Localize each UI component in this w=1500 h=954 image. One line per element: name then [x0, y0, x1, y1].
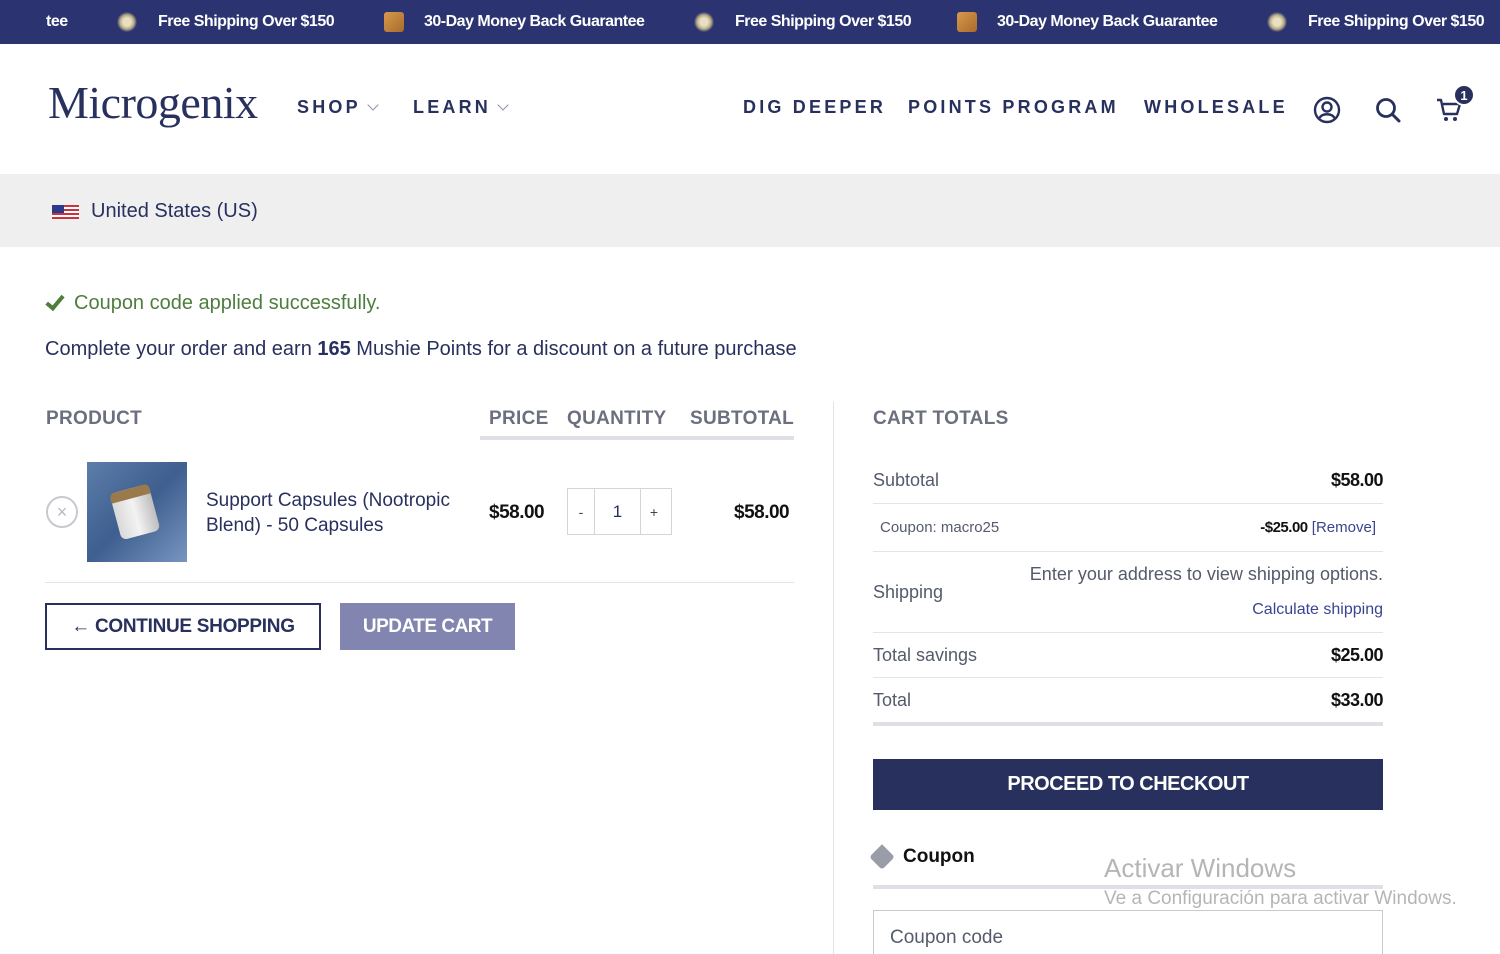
nav-item-shop[interactable]: SHOP: [297, 97, 379, 118]
promo-item: Free Shipping Over $150: [112, 0, 335, 44]
coupon-applied-label: Coupon: macro25: [880, 519, 1000, 536]
nav-label: SHOP: [297, 97, 361, 117]
leaf-icon: [112, 7, 142, 37]
coupon-heading: Coupon: [869, 844, 975, 870]
chevron-down-icon: [497, 99, 509, 111]
header-subtotal: SUBTOTAL: [690, 408, 795, 429]
cart-count-badge: 1: [1453, 84, 1475, 106]
nav-label: DIG DEEPER: [743, 97, 887, 117]
shipping-label: Shipping: [873, 582, 944, 602]
points-value: 165: [317, 338, 351, 360]
leaf-icon: [1262, 7, 1292, 37]
subtotal-label: Subtotal: [873, 470, 940, 490]
totals-divider: [873, 503, 1383, 504]
site-header: Microgenix SHOP LEARN DIG DEEPER POINTS …: [0, 44, 1500, 174]
nav-item-learn[interactable]: LEARN: [413, 97, 509, 118]
promo-text: 30-Day Money Back Guarantee: [997, 13, 1218, 30]
totals-bottom-divider: [873, 722, 1383, 726]
row-divider: [45, 582, 794, 583]
points-suffix: Mushie Points for a discount on a future…: [350, 338, 797, 360]
totals-divider: [873, 632, 1383, 633]
quantity-stepper[interactable]: - 1 +: [567, 488, 672, 535]
promo-item: tee: [46, 0, 68, 44]
product-name-link[interactable]: Support Capsules (Nootropic Blend) - 50 …: [206, 488, 471, 538]
shipping-note: Enter your address to view shipping opti…: [1029, 564, 1383, 584]
nav-label: WHOLESALE: [1144, 97, 1288, 117]
proceed-to-checkout-button[interactable]: PROCEED TO CHECKOUT: [873, 759, 1383, 810]
table-header-divider: [480, 436, 794, 440]
continue-shopping-button[interactable]: ← CONTINUE SHOPPING: [45, 603, 321, 650]
promo-item: Free Shipping Over $150: [1262, 0, 1485, 44]
nav-item-wholesale[interactable]: WHOLESALE: [1144, 97, 1288, 118]
subtotal-value: $58.00: [1330, 470, 1384, 490]
country-selector-label[interactable]: United States (US): [91, 200, 258, 223]
remove-coupon-link[interactable]: [Remove]: [1312, 519, 1376, 536]
column-divider: [833, 402, 834, 954]
nav-item-dig-deeper[interactable]: DIG DEEPER: [743, 97, 886, 118]
totals-divider: [873, 677, 1383, 678]
promo-text: tee: [46, 13, 68, 30]
promo-item: Free Shipping Over $150: [689, 0, 912, 44]
cart-totals-title: CART TOTALS: [873, 408, 1009, 429]
savings-value: $25.00: [1330, 645, 1384, 665]
announcement-bar: tee Free Shipping Over $150 30-Day Money…: [0, 0, 1500, 44]
total-value: $33.00: [1330, 690, 1384, 710]
coupon-applied-value: -$25.00 [Remove]: [1260, 519, 1376, 536]
totals-divider: [873, 551, 1383, 552]
header-quantity: QUANTITY: [567, 408, 667, 429]
promo-text: 30-Day Money Back Guarantee: [424, 13, 645, 30]
nav-item-points-program[interactable]: POINTS PROGRAM: [908, 97, 1119, 118]
windows-activation-watermark-text: Ve a Configuración para activar Windows.: [1104, 888, 1457, 909]
qty-plus-button[interactable]: +: [641, 489, 667, 534]
promo-text: Free Shipping Over $150: [735, 13, 912, 30]
success-text: Coupon code applied successfully.: [74, 292, 381, 314]
promo-item: 30-Day Money Back Guarantee: [384, 0, 645, 44]
calculate-shipping-link[interactable]: Calculate shipping: [1252, 601, 1383, 619]
leaf-icon: [689, 7, 719, 37]
coupon-discount: -$25.00: [1260, 519, 1308, 536]
nav-label: LEARN: [413, 97, 491, 117]
box-icon: [957, 12, 977, 32]
close-icon: ×: [56, 501, 68, 522]
savings-label: Total savings: [873, 645, 978, 665]
product-jar-image: [109, 483, 161, 541]
quantity-input[interactable]: 1: [594, 489, 641, 534]
total-label: Total: [873, 690, 912, 710]
update-cart-button[interactable]: UPDATE CART: [340, 603, 515, 650]
points-notice: Complete your order and earn 165 Mushie …: [45, 338, 797, 361]
header-product: PRODUCT: [46, 408, 143, 429]
box-icon: [384, 12, 404, 32]
coupon-success-notice: Coupon code applied successfully.: [45, 290, 381, 315]
coupon-heading-text: Coupon: [903, 846, 975, 867]
coupon-code-input[interactable]: Coupon code: [873, 910, 1383, 954]
search-icon[interactable]: [1374, 96, 1402, 124]
product-subtotal: $58.00: [734, 502, 790, 523]
promo-text: Free Shipping Over $150: [1308, 13, 1485, 30]
us-flag-icon: [52, 205, 79, 219]
product-price: $58.00: [489, 502, 545, 523]
promo-item: 30-Day Money Back Guarantee: [957, 0, 1218, 44]
header-price: PRICE: [489, 408, 549, 429]
qty-minus-button[interactable]: -: [568, 489, 594, 534]
points-prefix: Complete your order and earn: [45, 338, 318, 360]
tag-icon: [869, 844, 895, 870]
promo-text: Free Shipping Over $150: [158, 13, 335, 30]
account-icon[interactable]: [1313, 96, 1341, 124]
nav-label: POINTS PROGRAM: [908, 97, 1119, 117]
remove-item-button[interactable]: ×: [46, 496, 78, 528]
windows-activation-watermark-title: Activar Windows: [1104, 853, 1297, 883]
chevron-down-icon: [367, 99, 379, 111]
checkmark-icon: [45, 290, 65, 311]
product-thumbnail[interactable]: [87, 462, 187, 562]
site-logo[interactable]: Microgenix: [48, 76, 258, 129]
